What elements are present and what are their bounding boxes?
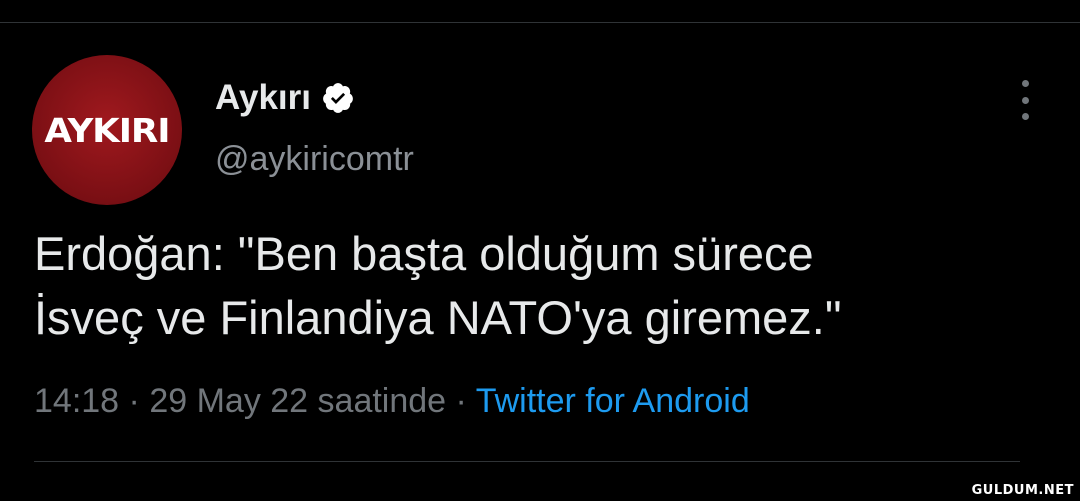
tweet-time[interactable]: 14:18 bbox=[34, 382, 119, 420]
more-vertical-icon[interactable] bbox=[1010, 80, 1040, 120]
display-name[interactable]: Aykırı bbox=[215, 78, 311, 118]
tweet-text: Erdoğan: "Ben başta olduğum sürece İsveç… bbox=[34, 222, 1064, 350]
tweet-meta: 14:18 · 29 May 22 saatinde · Twitter for… bbox=[34, 382, 750, 421]
display-name-row: Aykırı bbox=[215, 76, 355, 120]
tweet-date[interactable]: 29 May 22 saatinde bbox=[149, 382, 446, 420]
tweet-text-line-1: Erdoğan: "Ben başta olduğum sürece bbox=[34, 227, 814, 280]
watermark: GULDUM.NET bbox=[971, 483, 1074, 498]
meta-separator: · bbox=[455, 382, 467, 420]
more-dot bbox=[1021, 96, 1029, 104]
user-handle[interactable]: @aykiricomtr bbox=[215, 140, 414, 179]
bottom-divider bbox=[34, 461, 1020, 462]
verified-badge-icon bbox=[323, 83, 353, 113]
top-divider bbox=[0, 22, 1080, 23]
tweet-source-link[interactable]: Twitter for Android bbox=[476, 382, 750, 420]
tweet-text-line-2: İsveç ve Finlandiya NATO'ya giremez." bbox=[34, 291, 842, 344]
more-dot bbox=[1021, 113, 1029, 120]
avatar[interactable]: AYKIRI bbox=[32, 55, 182, 205]
meta-separator: · bbox=[128, 382, 140, 420]
more-dot bbox=[1021, 80, 1029, 87]
avatar-logo: AYKIRI bbox=[44, 110, 170, 150]
